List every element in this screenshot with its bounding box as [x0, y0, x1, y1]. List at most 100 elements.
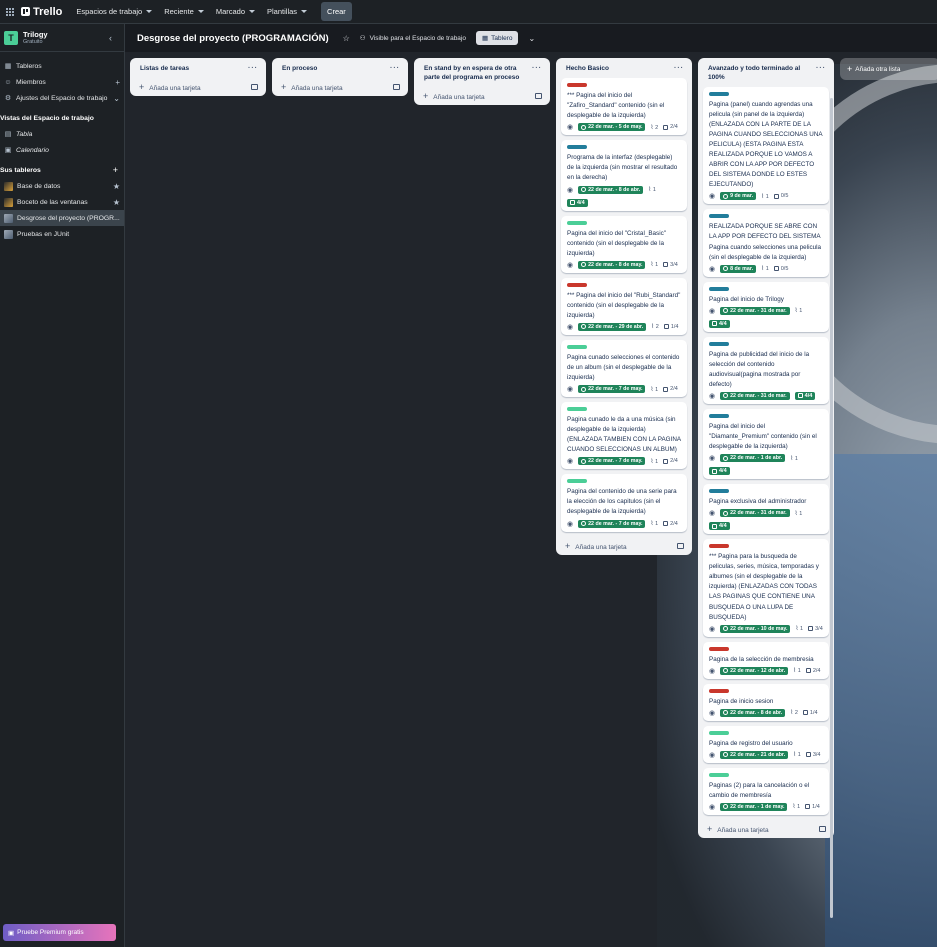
chevron-down-icon[interactable]: ⌄: [528, 34, 535, 43]
card-label[interactable]: [709, 646, 729, 651]
card-label[interactable]: [709, 489, 729, 494]
more-icon[interactable]: ···: [532, 64, 542, 74]
add-card-button[interactable]: + Añada una tarjeta: [130, 78, 266, 96]
visibility-button[interactable]: ⚇ Visible para el Espacio de trabajo: [360, 34, 466, 43]
more-icon[interactable]: ···: [816, 64, 826, 74]
sidebar-item-boards[interactable]: ▦ Tableros: [0, 58, 124, 74]
due-date-badge[interactable]: 22 de mar. - 21 de abr.: [720, 750, 789, 759]
card[interactable]: Pagina exclusiva del administrador ◉ 22 de…: [703, 484, 829, 535]
due-date-badge[interactable]: 22 de mar. - 31 de mar.: [720, 391, 790, 400]
due-date-badge[interactable]: 22 de mar. - 12 de abr.: [720, 666, 789, 675]
card[interactable]: *** Pagina del inicio del "Zafiro_Standa…: [561, 78, 687, 136]
sidebar-board-base-de-datos[interactable]: Base de datos ★: [0, 178, 124, 194]
sidebar-board-boceto[interactable]: Boceto de las ventanas ★: [0, 194, 124, 210]
card[interactable]: Pagina de inicio sesion ◉ 22 de mar. - 8 d…: [703, 683, 829, 721]
card[interactable]: *** Pagina para la busqueda de peliculas…: [703, 539, 829, 637]
card-template-icon[interactable]: [251, 84, 258, 91]
add-list-button[interactable]: + Añada otra lista: [840, 58, 937, 80]
more-icon[interactable]: ···: [248, 64, 258, 74]
due-date-badge[interactable]: 22 de mar. - 1 de abr.: [720, 454, 786, 463]
list-title[interactable]: En proceso: [282, 64, 317, 73]
nav-workspaces[interactable]: Espacios de trabajo: [76, 7, 153, 16]
board-view-button[interactable]: ▦ Tablero: [475, 31, 519, 45]
card-label[interactable]: [709, 286, 729, 291]
add-card-button[interactable]: + Añada una tarjeta: [698, 820, 834, 838]
due-date-badge[interactable]: 22 de mar. - 8 de abr.: [578, 185, 644, 194]
nav-recent[interactable]: Reciente: [164, 7, 204, 16]
due-date-badge[interactable]: 22 de mar. - 7 de may.: [578, 457, 646, 466]
card-label[interactable]: [709, 341, 729, 346]
trello-logo[interactable]: Trello: [21, 6, 62, 18]
card-label[interactable]: [567, 83, 587, 88]
card-label[interactable]: [709, 91, 729, 96]
due-date-badge[interactable]: 22 de mar. - 31 de mar.: [720, 306, 790, 315]
card[interactable]: REALIZADA PORQUE SE ABRE CON LA APP POR …: [703, 209, 829, 277]
card-label[interactable]: [709, 772, 729, 777]
card-label[interactable]: [567, 220, 587, 225]
card-template-icon[interactable]: [535, 92, 542, 99]
card-label[interactable]: [709, 413, 729, 418]
star-icon[interactable]: ☆: [343, 34, 350, 43]
card[interactable]: Programa de la interfaz (desplegable) de…: [561, 140, 687, 211]
sidebar-item-settings[interactable]: ⚙ Ajustes del Espacio de trabajo ⌄: [0, 90, 124, 106]
card[interactable]: Pagina de publicidad del inicio de la se…: [703, 336, 829, 404]
add-card-button[interactable]: + Añada una tarjeta: [556, 537, 692, 555]
add-card-button[interactable]: + Añada una tarjeta: [414, 87, 550, 105]
card-template-icon[interactable]: [819, 825, 826, 832]
card[interactable]: Pagina del inicio del "Cristal_Basic" co…: [561, 215, 687, 273]
due-date-badge[interactable]: 8 de mar.: [720, 264, 757, 273]
sidebar-item-members[interactable]: ☺ Miembros +: [0, 74, 124, 90]
board-title[interactable]: Desgrose del proyecto (PROGRAMACIÓN): [137, 33, 329, 44]
card-label[interactable]: [709, 214, 729, 219]
due-date-badge[interactable]: 22 de mar. - 7 de may.: [578, 385, 646, 394]
card-template-icon[interactable]: [393, 84, 400, 91]
card-label[interactable]: [709, 688, 729, 693]
add-board-icon[interactable]: +: [113, 165, 118, 175]
collapse-sidebar-icon[interactable]: ‹: [109, 33, 112, 43]
star-icon[interactable]: ★: [113, 198, 120, 207]
nav-starred[interactable]: Marcado: [216, 7, 256, 16]
card[interactable]: Pagina de la selección de membresia ◉ 22 d…: [703, 641, 829, 679]
card-label[interactable]: [567, 407, 587, 412]
due-date-badge[interactable]: 22 de mar. - 1 de may.: [720, 802, 788, 811]
list-title[interactable]: Avanzado y todo terminado al 100%: [708, 64, 816, 83]
sidebar-item-calendar[interactable]: ▣ Calendario: [0, 142, 124, 158]
more-icon[interactable]: ···: [390, 64, 400, 74]
card-label[interactable]: [567, 282, 587, 287]
card[interactable]: Pagina del contenido de una serie para l…: [561, 474, 687, 532]
card-label[interactable]: [709, 544, 729, 549]
more-icon[interactable]: ···: [674, 64, 684, 74]
card[interactable]: Pagina del inicio de Trilogy ◉ 22 de mar. …: [703, 281, 829, 332]
card-template-icon[interactable]: [677, 542, 684, 549]
due-date-badge[interactable]: 22 de mar. - 8 de abr.: [720, 708, 786, 717]
list-title[interactable]: En stand by en espera de otra parte del …: [424, 64, 532, 83]
due-date-badge[interactable]: 22 de mar. - 5 de may.: [578, 123, 646, 132]
due-date-badge[interactable]: 22 de mar. - 29 de abr.: [578, 322, 647, 331]
card-label[interactable]: [567, 479, 587, 484]
card[interactable]: Pagina cunado le da a una música (sin de…: [561, 402, 687, 470]
premium-trial-button[interactable]: ▣ Pruebe Premium gratis: [3, 924, 116, 941]
sidebar-item-table[interactable]: ▤ Tabla: [0, 126, 124, 142]
list-scrollbar[interactable]: [830, 98, 833, 918]
due-date-badge[interactable]: 22 de mar. - 7 de may.: [578, 519, 646, 528]
card[interactable]: *** Pagina del inicio del "Rubi_Standard…: [561, 277, 687, 335]
card[interactable]: Pagina del inicio del "Diamante_Premium"…: [703, 408, 829, 480]
app-switcher-icon[interactable]: [6, 7, 14, 16]
card[interactable]: Paginas (2) para la cancelación o el cam…: [703, 767, 829, 815]
nav-templates[interactable]: Plantillas: [267, 7, 308, 16]
due-date-badge[interactable]: 9 de mar.: [720, 192, 757, 201]
list-title[interactable]: Listas de tareas: [140, 64, 189, 73]
add-card-button[interactable]: + Añada una tarjeta: [272, 78, 408, 96]
due-date-badge[interactable]: 22 de mar. - 31 de mar.: [720, 509, 790, 518]
star-icon[interactable]: ★: [113, 182, 120, 191]
add-member-icon[interactable]: +: [115, 78, 120, 87]
due-date-badge[interactable]: 22 de mar. - 10 de may.: [720, 624, 791, 633]
list-title[interactable]: Hecho Basico: [566, 64, 609, 73]
sidebar-board-pruebas-junit[interactable]: Pruebas en JUnit: [0, 226, 124, 242]
card[interactable]: Pagina cunado selecciones el contenido d…: [561, 339, 687, 398]
due-date-badge[interactable]: 22 de mar. - 8 de may.: [578, 260, 646, 269]
card-label[interactable]: [567, 145, 587, 150]
card-label[interactable]: [709, 730, 729, 735]
card[interactable]: Pagina de registro del usuario ◉ 22 de mar…: [703, 725, 829, 763]
sidebar-board-desgrose[interactable]: Desgrose del proyecto (PROGR...: [0, 210, 124, 226]
